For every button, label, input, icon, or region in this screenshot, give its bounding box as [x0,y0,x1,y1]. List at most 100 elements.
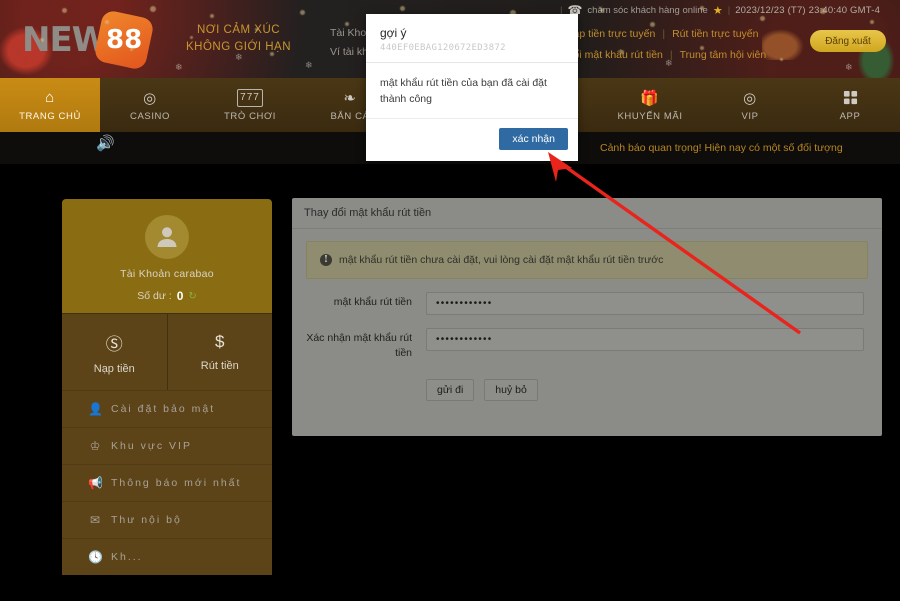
sidebar-menu: 👤 Cài đặt bảo mật ♔ Khu vực VIP 📢 Thông … [62,390,272,575]
nav-item-vip[interactable]: ◎ VIP [700,78,800,132]
refresh-icon[interactable]: ↻ [188,291,196,302]
panel-alert: ! mật khẩu rút tiền chưa cài đặt, vui lò… [306,241,868,279]
balance-label: Số dư : [137,290,172,302]
bokeh-light [62,8,67,13]
withdraw-button[interactable]: $ Rút tiền [166,314,272,390]
nav-label: VIP [741,110,759,122]
site-slogan: NƠI CẢM XÚC KHÔNG GIỚI HẠN [186,22,291,56]
withdraw-password-panel: Thay đổi mật khẩu rút tiền ! mật khẩu rú… [292,198,882,436]
page-body: Tài Khoản carabao Số dư : 0 ↻ Ⓢ Nạp tiền… [0,164,900,601]
dialog-header: gợi ý 440EF0EBAG120672ED3872 [366,14,578,63]
balance-value: 0 [176,289,184,303]
user-avatar-icon [145,215,189,259]
nav-item-trang-chu[interactable]: ⌂ TRANG CHỦ [0,78,100,132]
nav-item-tro-choi[interactable]: 777 TRÒ CHƠI [200,78,300,132]
form-row-password: mật khẩu rút tiền •••••••••••• [292,292,882,315]
server-datetime: 2023/12/23 (T7) 23:40:40 GMT-4 [735,4,881,16]
link-change-withdraw-password[interactable]: Đổi mật khẩu rút tiền [566,45,663,66]
slot-machine-icon: 777 [237,88,263,107]
deposit-coin-icon: Ⓢ [105,334,123,354]
submit-button[interactable]: gửi đi [426,379,475,401]
bokeh-light [255,28,258,31]
dialog-footer: xác nhận [366,119,578,150]
nav-label: KHUYẾN MÃI [617,110,683,122]
info-icon: ! [320,254,332,266]
reindeer-decoration-icon [762,26,808,60]
bokeh-light [620,50,624,54]
header-utility-row: | ☎ chăm sóc khách hàng online ★ | 2023/… [560,3,880,17]
slogan-line-1: NƠI CẢM XÚC [196,24,281,36]
sidebar-item-label: Kh... [111,551,143,563]
star-icon: ★ [712,4,723,17]
bokeh-light [860,44,863,47]
confirm-withdraw-password-input[interactable]: •••••••••••• [426,328,864,351]
speaker-icon[interactable]: 🔊 [96,134,115,152]
nav-label: APP [839,110,861,122]
bokeh-light [150,6,156,12]
link-withdraw-online[interactable]: Rút tiền trực tuyến [672,24,758,45]
password-label: mật khẩu rút tiền [333,296,412,308]
bokeh-light [40,38,44,42]
snowflake-icon: ❄ [175,62,183,72]
withdraw-hand-icon: $ [215,332,225,351]
utility-separator-2: | [727,4,731,16]
security-user-icon: 👤 [88,402,103,416]
announcement-text: Cảnh báo quan trọng! Hiện nay có một số … [600,142,843,154]
account-actions: Ⓢ Nạp tiền $ Rút tiền [62,313,272,390]
snowflake-icon: ❄ [665,58,673,68]
sidebar-item-vip-zone[interactable]: ♔ Khu vực VIP [62,427,272,464]
bokeh-light [820,8,826,14]
nav-label: TRÒ CHƠI [224,110,276,122]
bokeh-light [780,58,783,61]
customer-support-link[interactable]: chăm sóc khách hàng online [587,5,707,16]
sidebar-item-label: Khu vực VIP [111,440,192,452]
bokeh-light [130,48,133,51]
nav-item-app[interactable]: APP [800,78,900,132]
snowflake-icon: ❄ [305,60,313,70]
sidebar-item-history[interactable]: 🕓 Kh... [62,538,272,575]
nav-label: TRANG CHỦ [19,110,81,122]
withdraw-password-input[interactable]: •••••••••••• [426,292,864,315]
account-summary-card: Tài Khoản carabao Số dư : 0 ↻ [62,199,272,313]
success-dialog: gợi ý 440EF0EBAG120672ED3872 mật khẩu rú… [366,14,578,161]
sidebar-item-latest-news[interactable]: 📢 Thông báo mới nhất [62,464,272,501]
nav-item-casino[interactable]: ◎ CASINO [100,78,200,132]
bokeh-light [105,20,109,24]
account-name: Tài Khoản carabao [120,268,214,280]
dialog-confirm-button[interactable]: xác nhận [499,128,568,150]
sidebar-item-security-settings[interactable]: 👤 Cài đặt bảo mật [62,390,272,427]
bokeh-light [300,10,305,15]
app-page: NEW 88 NƠI CẢM XÚC KHÔNG GIỚI HẠN Tài Kh… [0,0,900,601]
deposit-button[interactable]: Ⓢ Nạp tiền [62,314,167,390]
megaphone-icon: 📢 [88,476,103,490]
bokeh-light [760,16,765,21]
nav-item-khuyen-mai[interactable]: 🎁 KHUYẾN MÃI [600,78,700,132]
bokeh-light [700,46,704,50]
snowflake-icon: ❄ [845,62,853,72]
confirm-password-label: Xác nhận mật khẩu rút tiền [306,332,412,359]
bokeh-light [700,6,704,10]
bokeh-light [190,36,193,39]
nav-label: BẮN CÁ [330,110,370,122]
panel-title: Thay đổi mật khẩu rút tiền [292,198,882,229]
account-balance: Số dư : 0 ↻ [137,289,197,303]
dialog-title: gợi ý [380,26,407,40]
link-separator-1: | [662,28,666,40]
cancel-button[interactable]: huỷ bỏ [484,379,538,401]
gift-icon: 🎁 [640,89,660,107]
alert-text: mật khẩu rút tiền chưa cài đặt, vui lòng… [339,254,664,266]
fish-icon: ❧ [343,89,357,107]
snowflake-icon: ❄ [235,52,243,62]
link-member-center[interactable]: Trung tâm hội viên [680,45,767,66]
logo-badge: 88 [93,9,156,71]
history-icon: 🕓 [88,550,103,564]
mail-icon: ✉ [89,513,101,527]
logout-button[interactable]: Đăng xuất [810,30,886,52]
link-deposit-online[interactable]: Nạp tiền trực tuyến [566,24,655,45]
bokeh-light [210,14,214,18]
logo-badge-text: 88 [106,25,143,55]
sidebar-item-inbox[interactable]: ✉ Thư nội bộ [62,501,272,538]
bokeh-light [650,22,655,27]
dialog-reference-id: 440EF0EBAG120672ED3872 [380,43,506,53]
deposit-label: Nạp tiền [93,362,135,375]
